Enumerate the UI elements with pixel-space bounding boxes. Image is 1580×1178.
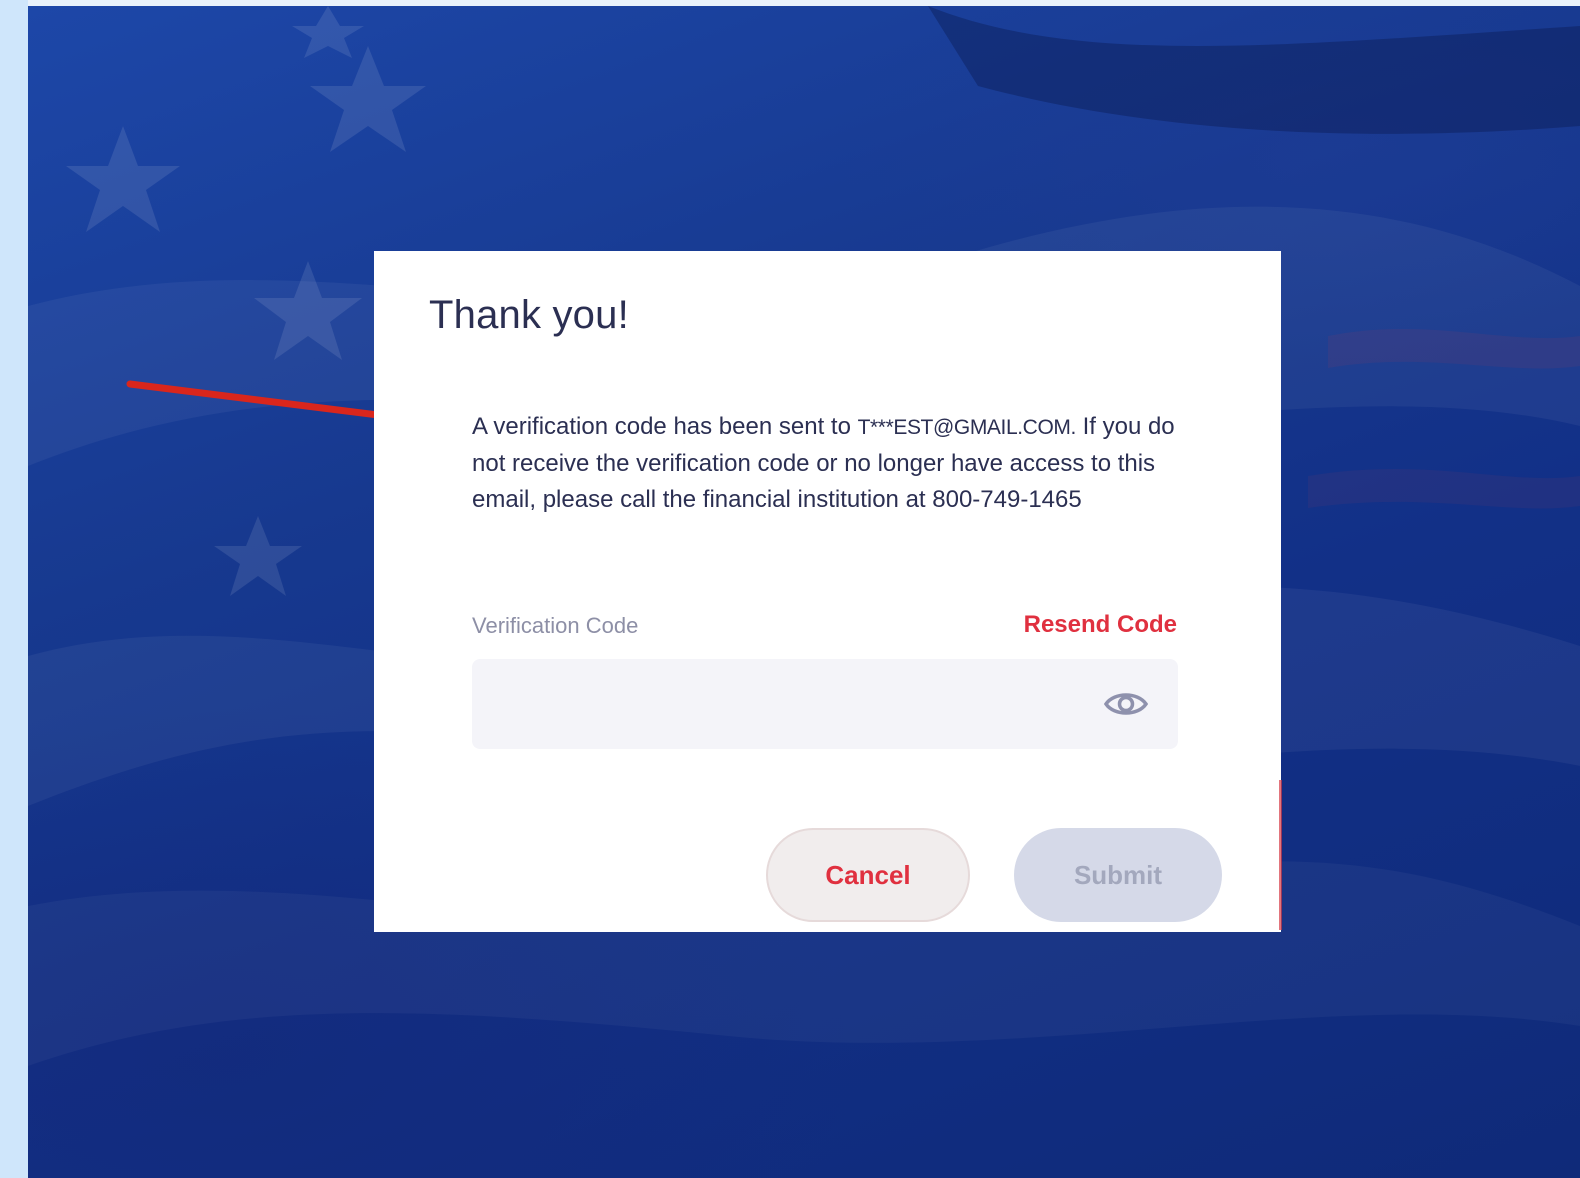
resend-code-link[interactable]: Resend Code (1024, 611, 1177, 639)
background-red-stripe (1279, 780, 1282, 930)
cancel-button[interactable]: Cancel (766, 828, 970, 922)
verification-code-field (472, 659, 1178, 749)
submit-button[interactable]: Submit (1014, 828, 1222, 922)
verification-code-input[interactable] (472, 659, 1092, 749)
masked-email: T***EST@GMAIL.COM. (857, 416, 1077, 439)
verification-dialog: Thank you! A verification code has been … (374, 251, 1281, 932)
eye-icon[interactable] (1104, 689, 1148, 719)
message-prefix: A verification code has been sent to (472, 413, 858, 440)
verification-message: A verification code has been sent to T**… (472, 409, 1192, 518)
dialog-title: Thank you! (429, 293, 629, 337)
verification-code-label: Verification Code (472, 613, 639, 638)
